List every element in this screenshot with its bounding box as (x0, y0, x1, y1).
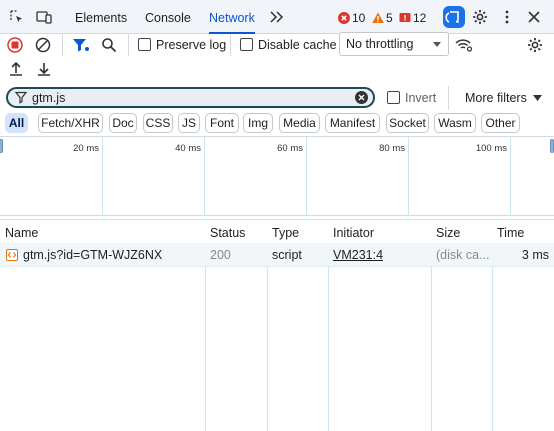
error-count-badge[interactable]: 10 (338, 10, 372, 26)
filter-input-box[interactable] (6, 87, 375, 108)
warning-icon (372, 12, 384, 23)
clear-log-button[interactable] (35, 37, 51, 53)
more-tabs-chevron-icon[interactable] (268, 9, 284, 25)
chevron-down-icon (433, 42, 441, 47)
toolbar-divider (448, 86, 449, 110)
type-filter-wasm[interactable]: Wasm (434, 113, 476, 133)
close-devtools-icon[interactable] (526, 9, 542, 25)
request-name[interactable]: gtm.js?id=GTM-WJZ6NX (23, 243, 203, 267)
table-row[interactable]: gtm.js?id=GTM-WJZ6NX 200 script VM231:4 … (0, 243, 554, 267)
invert-label: Invert (405, 91, 437, 105)
type-filter-css[interactable]: CSS (143, 113, 173, 133)
tab-network[interactable]: Network (209, 0, 255, 34)
type-filter-all[interactable]: All (5, 113, 28, 133)
upload-icon (10, 61, 22, 76)
timeline-tick-label: 80 ms (379, 143, 405, 154)
timeline-gridline (510, 137, 511, 217)
more-options-kebab-icon[interactable] (499, 9, 515, 25)
device-toolbar-icon[interactable] (36, 9, 52, 25)
requests-table: Name Status Type Initiator Size Time gtm… (0, 216, 554, 431)
timeline-gridline (306, 137, 307, 217)
timeline-tick-label: 60 ms (277, 143, 303, 154)
stop-recording-button[interactable] (7, 37, 23, 53)
type-filter-doc[interactable]: Doc (109, 113, 137, 133)
overview-left-handle[interactable] (0, 139, 3, 153)
clear-circle-slash-icon (35, 37, 51, 53)
request-type: script (272, 248, 302, 262)
network-toolbar: Preserve log Disable cache No throttling (0, 32, 554, 56)
chevron-down-icon (533, 95, 542, 101)
tab-elements[interactable]: Elements (75, 0, 127, 34)
warning-count-badge[interactable]: 5 (372, 10, 396, 26)
wifi-settings-icon (455, 39, 473, 52)
preserve-log-checkbox[interactable] (138, 38, 151, 51)
import-har-button[interactable] (8, 61, 24, 77)
timeline-gridline (204, 137, 205, 217)
issues-count: 12 (413, 11, 427, 25)
invert-checkbox[interactable] (387, 91, 400, 104)
clear-filter-icon[interactable] (355, 91, 368, 104)
type-filter-manifest[interactable]: Manifest (325, 113, 380, 133)
type-filter-media[interactable]: Media (279, 113, 320, 133)
download-icon (38, 63, 50, 76)
request-initiator-link[interactable]: VM231:4 (333, 243, 429, 267)
timeline-tick-label: 100 ms (475, 143, 507, 154)
tab-console[interactable]: Console (145, 0, 191, 34)
more-filters-label: More filters (465, 91, 527, 105)
settings-gear-icon (528, 38, 542, 52)
issue-flag-icon (399, 13, 411, 22)
search-icon (102, 38, 117, 53)
inspect-element-icon[interactable] (9, 9, 25, 25)
warning-count: 5 (386, 11, 393, 25)
throttling-value: No throttling (346, 37, 414, 51)
ai-assistance-icon (445, 11, 459, 23)
type-filter-js[interactable]: JS (178, 113, 200, 133)
error-count: 10 (352, 11, 366, 25)
filter-input[interactable] (32, 90, 352, 105)
filter-funnel-icon (73, 39, 89, 52)
import-export-toolbar (0, 56, 554, 84)
type-filter-socket[interactable]: Socket (386, 113, 429, 133)
toolbar-divider (62, 34, 63, 56)
issues-count-badge[interactable]: 12 (399, 10, 429, 26)
network-settings-button[interactable] (527, 37, 543, 53)
type-filter-other[interactable]: Other (481, 113, 520, 133)
toolbar-divider (128, 34, 129, 56)
request-size: (disk ca... (436, 248, 490, 262)
timeline-tick-label: 20 ms (73, 143, 99, 154)
toolbar-divider (230, 34, 231, 56)
record-stop-icon (7, 37, 23, 53)
script-file-icon (6, 249, 18, 261)
timeline-tick-label: 40 ms (175, 143, 201, 154)
request-time: 3 ms (521, 248, 549, 262)
type-filter-img[interactable]: Img (243, 113, 273, 133)
filter-funnel-icon (15, 91, 27, 104)
preserve-log-label: Preserve log (156, 38, 227, 52)
type-filter-fetch-xhr[interactable]: Fetch/XHR (38, 113, 103, 133)
disable-cache-checkbox[interactable] (240, 38, 253, 51)
disable-cache-label: Disable cache (258, 38, 337, 52)
devtools-tab-bar: Elements Console Network 10 5 12 (0, 0, 554, 34)
network-overview-timeline[interactable]: 20 ms 40 ms 60 ms 80 ms 100 ms (0, 136, 554, 217)
settings-gear-icon[interactable] (472, 9, 488, 25)
request-status: 200 (210, 248, 231, 262)
throttling-select[interactable]: No throttling (339, 32, 449, 56)
type-filter-font[interactable]: Font (205, 113, 239, 133)
ai-assistance-button[interactable] (443, 6, 465, 28)
export-har-button[interactable] (36, 61, 52, 77)
overview-right-handle[interactable] (550, 139, 554, 153)
filter-toggle-button[interactable] (72, 37, 90, 53)
error-icon (338, 12, 350, 24)
timeline-gridline (408, 137, 409, 217)
timeline-gridline (102, 137, 103, 217)
network-conditions-button[interactable] (455, 37, 473, 53)
search-button[interactable] (101, 37, 117, 53)
